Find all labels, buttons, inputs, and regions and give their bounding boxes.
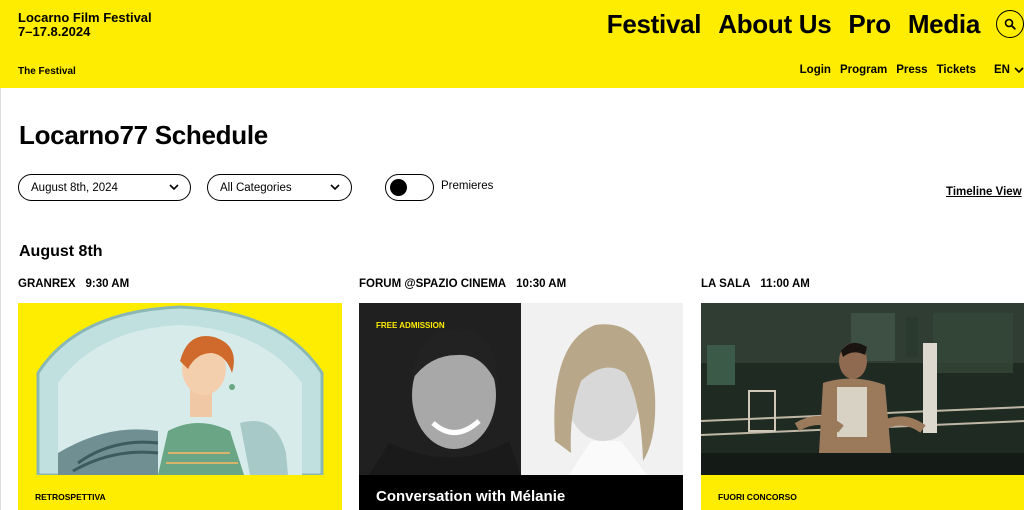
event-meta: LA SALA 11:00 AM bbox=[701, 278, 1024, 298]
search-icon bbox=[1004, 18, 1016, 30]
event-card[interactable]: GRANREX 9:30 AM RETROSPETTIVA bbox=[18, 278, 342, 510]
nav-about-us[interactable]: About Us bbox=[718, 8, 831, 40]
nav-pro[interactable]: Pro bbox=[848, 8, 891, 40]
event-category-tag: FUORI CONCORSO bbox=[718, 492, 797, 502]
nav-media[interactable]: Media bbox=[908, 8, 980, 40]
event-meta: GRANREX 9:30 AM bbox=[18, 278, 342, 298]
section-label[interactable]: The Festival bbox=[18, 66, 76, 77]
venue: GRANREX bbox=[18, 278, 76, 290]
date-select[interactable]: August 8th, 2024 bbox=[18, 174, 191, 201]
event-foot: FUORI CONCORSO bbox=[701, 475, 1024, 510]
brand-name: Locarno Film Festival bbox=[18, 10, 152, 25]
event-title: Conversation with Mélanie bbox=[376, 488, 566, 505]
festival-brand[interactable]: Locarno Film Festival 7–17.8.2024 bbox=[18, 11, 152, 39]
event-category-tag: RETROSPETTIVA bbox=[35, 492, 106, 502]
brand-dates: 7–17.8.2024 bbox=[18, 24, 91, 39]
event-foot: RETROSPETTIVA bbox=[18, 475, 342, 510]
event-image[interactable] bbox=[701, 303, 1024, 475]
event-card[interactable]: LA SALA 11:00 AM FUORI CONCORSO bbox=[701, 278, 1024, 510]
venue: FORUM @SPAZIO CINEMA bbox=[359, 278, 507, 290]
free-admission-badge: FREE ADMISSION bbox=[376, 321, 445, 330]
event-image[interactable] bbox=[18, 303, 342, 475]
event-meta: FORUM @SPAZIO CINEMA 10:30 AM bbox=[359, 278, 683, 298]
page-title: Locarno77 Schedule bbox=[19, 120, 268, 150]
main-nav: Festival About Us Pro Media bbox=[607, 8, 981, 40]
chevron-down-icon bbox=[169, 184, 179, 191]
date-select-value: August 8th, 2024 bbox=[31, 181, 118, 194]
event-foot: Conversation with Mélanie bbox=[359, 475, 683, 510]
category-select-value: All Categories bbox=[220, 181, 292, 194]
chevron-down-icon bbox=[330, 184, 340, 191]
premieres-label: Premieres bbox=[441, 180, 494, 192]
language-label: EN bbox=[994, 64, 1010, 76]
site-header: Locarno Film Festival 7–17.8.2024 Festiv… bbox=[0, 0, 1024, 88]
secondary-nav: Login Program Press Tickets EN bbox=[800, 64, 1024, 76]
schedule-content: Locarno77 Schedule August 8th, 2024 All … bbox=[0, 88, 1024, 510]
nav-festival[interactable]: Festival bbox=[607, 8, 702, 40]
event-time: 11:00 AM bbox=[760, 278, 810, 290]
timeline-view-link[interactable]: Timeline View bbox=[946, 186, 1022, 198]
venue: LA SALA bbox=[701, 278, 751, 290]
event-card[interactable]: FORUM @SPAZIO CINEMA 10:30 AM FREE ADMISS… bbox=[359, 278, 683, 510]
premieres-toggle[interactable] bbox=[385, 174, 434, 201]
category-select[interactable]: All Categories bbox=[207, 174, 352, 201]
nav-program[interactable]: Program bbox=[840, 64, 887, 76]
event-time: 10:30 AM bbox=[516, 278, 567, 290]
chevron-down-icon bbox=[1014, 66, 1024, 73]
nav-press[interactable]: Press bbox=[896, 64, 927, 76]
event-time: 9:30 AM bbox=[85, 278, 130, 290]
toggle-knob bbox=[390, 179, 407, 196]
date-heading: August 8th bbox=[19, 243, 103, 260]
nav-tickets[interactable]: Tickets bbox=[937, 64, 976, 76]
language-selector[interactable]: EN bbox=[994, 64, 1024, 76]
nav-login[interactable]: Login bbox=[800, 64, 831, 76]
search-button[interactable] bbox=[996, 10, 1024, 38]
event-image[interactable]: FREE ADMISSION bbox=[359, 303, 683, 475]
